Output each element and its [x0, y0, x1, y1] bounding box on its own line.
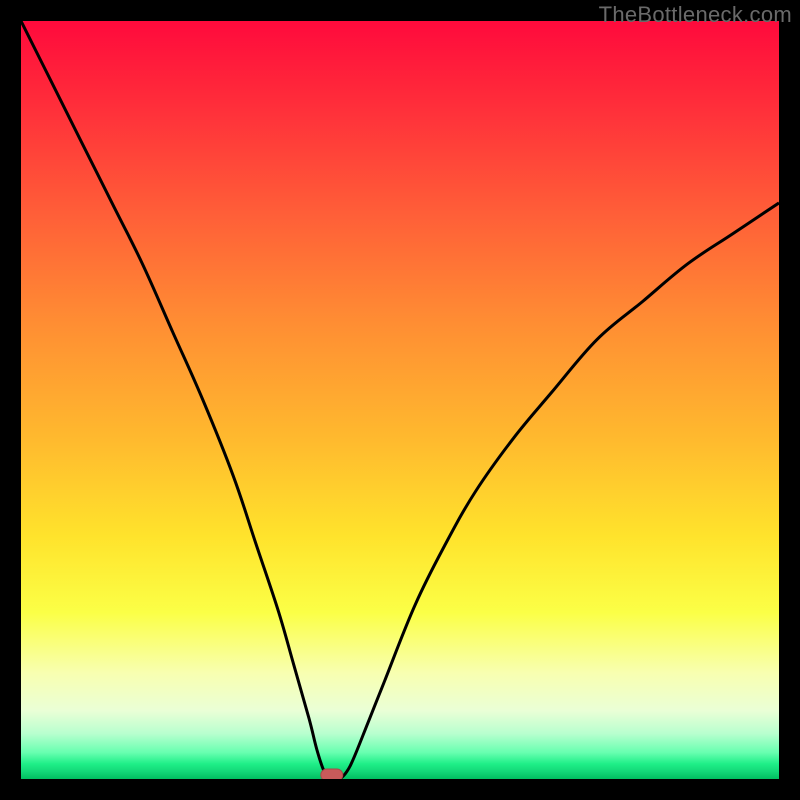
optimal-marker	[321, 769, 343, 779]
bottleneck-curve	[21, 21, 779, 779]
curve-path	[21, 21, 779, 779]
watermark-text: TheBottleneck.com	[599, 2, 792, 28]
plot-area	[21, 21, 779, 779]
chart-frame: TheBottleneck.com	[0, 0, 800, 800]
